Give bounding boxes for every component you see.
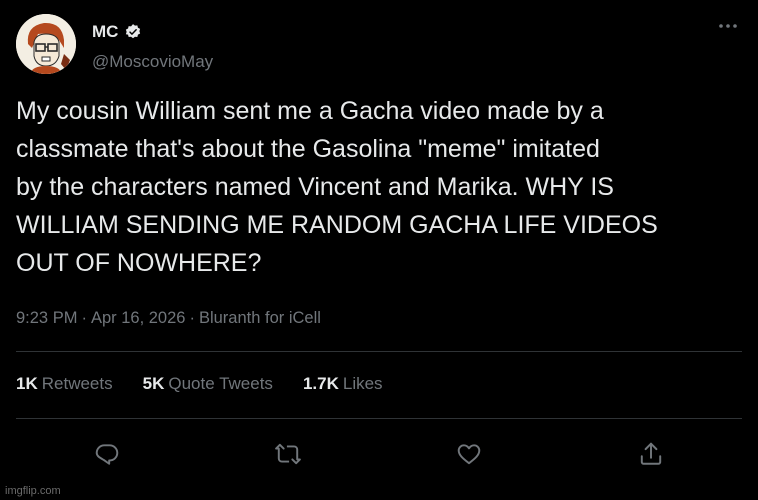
tweet-stats: 1K Retweets 5K Quote Tweets 1.7K Likes <box>16 374 413 394</box>
tweet-source[interactable]: Bluranth for iCell <box>199 309 321 327</box>
divider <box>16 351 742 352</box>
quotes-label: Quote Tweets <box>168 374 273 393</box>
tweet-header: MC @MoscovioMay <box>16 14 742 74</box>
avatar[interactable] <box>16 14 76 74</box>
action-bar <box>0 436 758 472</box>
tweet-meta: 9:23 PM · Apr 16, 2026 · Bluranth for iCell <box>16 309 321 328</box>
tweet-time[interactable]: 9:23 PM <box>16 309 77 327</box>
quote-tweets-stat[interactable]: 5K Quote Tweets <box>143 374 273 394</box>
cartoon-avatar-icon <box>16 14 76 74</box>
verified-badge-icon <box>126 24 141 39</box>
likes-count: 1.7K <box>302 374 339 393</box>
more-options-icon[interactable] <box>716 16 740 36</box>
share-icon[interactable] <box>633 436 669 472</box>
reply-icon[interactable] <box>89 436 125 472</box>
likes-label: Likes <box>342 374 383 393</box>
tweet-text: My cousin William sent me a Gacha video … <box>16 97 658 277</box>
quotes-count: 5K <box>142 374 165 393</box>
user-handle[interactable]: @MoscovioMay <box>92 52 213 72</box>
meta-separator: · <box>189 309 195 327</box>
divider <box>16 418 742 419</box>
display-name[interactable]: MC <box>92 22 118 42</box>
likes-stat[interactable]: 1.7K Likes <box>303 374 383 394</box>
tweet-date[interactable]: Apr 16, 2026 <box>91 309 186 327</box>
retweet-icon[interactable] <box>270 436 306 472</box>
like-icon[interactable] <box>451 436 487 472</box>
retweets-count: 1K <box>16 374 38 393</box>
name-row: MC <box>92 22 142 42</box>
retweets-stat[interactable]: 1K Retweets <box>16 374 113 394</box>
meta-separator: · <box>81 309 87 327</box>
retweets-label: Retweets <box>41 374 113 393</box>
watermark: imgflip.com <box>5 485 61 497</box>
